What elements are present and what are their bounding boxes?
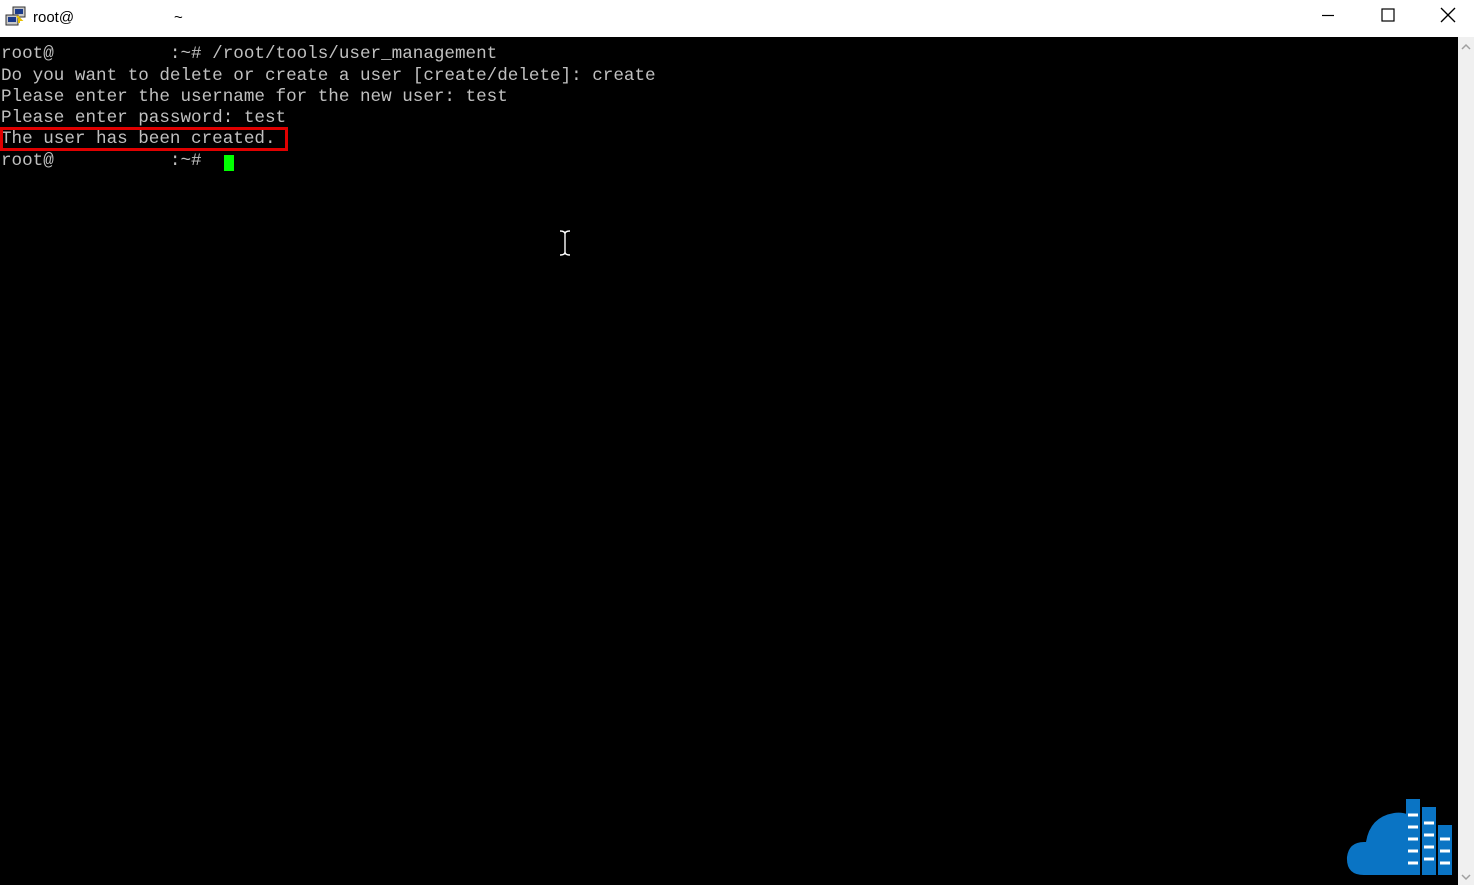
window-title-suffix: ~ [174,9,183,26]
terminal-cursor [224,155,234,171]
minimize-icon [1321,8,1335,26]
close-icon [1440,7,1456,27]
highlight-annotation-box [0,127,288,151]
scroll-up-arrow-icon [1461,37,1471,55]
scroll-down-arrow-icon [1461,868,1471,885]
vertical-scrollbar[interactable] [1458,37,1474,885]
terminal-line: Please enter the username for the new us… [1,87,508,107]
maximize-icon [1381,8,1395,26]
scroll-up-button[interactable] [1458,37,1474,54]
terminal-prompt-line: root@ :~# [1,151,213,171]
terminal-output[interactable]: root@ :~# /root/tools/user_management Do… [0,37,1458,885]
text-cursor-ibeam-icon [556,229,574,257]
minimize-button[interactable] [1298,0,1358,34]
terminal-window: root@ ~ root@ :~# /root/tools/user_manag… [0,0,1474,885]
terminal-line: Please enter password: test [1,108,287,128]
maximize-button[interactable] [1358,0,1418,34]
cloud-building-logo-icon [1344,795,1462,879]
window-title: root@ [33,9,75,26]
close-button[interactable] [1418,0,1474,34]
terminal-line: root@ :~# /root/tools/user_management [1,44,498,64]
title-bar[interactable]: root@ ~ [0,0,1474,37]
putty-icon[interactable] [5,6,27,28]
terminal-line: Do you want to delete or create a user [… [1,66,656,86]
